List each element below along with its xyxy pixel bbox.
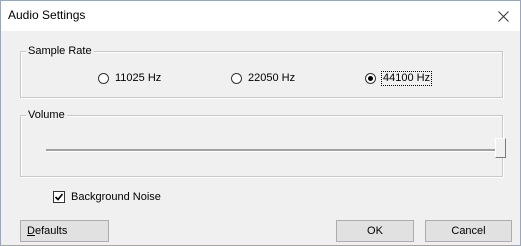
- close-icon: [497, 10, 509, 22]
- volume-slider-thumb[interactable]: [495, 138, 506, 158]
- ok-label: OK: [367, 225, 383, 237]
- volume-legend: Volume: [26, 109, 67, 122]
- radio-circle-44100: [365, 73, 376, 84]
- radio-label-22050: 22050 Hz: [248, 72, 296, 84]
- radio-label-44100: 44100 Hz: [380, 71, 433, 86]
- volume-slider-track[interactable]: [46, 149, 499, 152]
- checkmark-icon: [54, 193, 64, 201]
- audio-settings-dialog: Audio Settings Sample Rate 11025 Hz 2205…: [0, 0, 521, 246]
- radio-44100[interactable]: 44100 Hz: [365, 71, 433, 86]
- background-noise-label: Background Noise: [71, 191, 161, 203]
- radio-22050[interactable]: 22050 Hz: [231, 72, 295, 85]
- cancel-label: Cancel: [451, 225, 486, 237]
- volume-group: Volume: [20, 109, 506, 177]
- radio-circle-22050: [231, 73, 242, 84]
- title-bar: Audio Settings: [1, 1, 520, 31]
- defaults-label-rest: efaults: [34, 225, 68, 237]
- close-button[interactable]: [486, 1, 520, 31]
- sample-rate-legend: Sample Rate: [26, 45, 94, 58]
- radio-label-11025: 11025 Hz: [115, 72, 162, 84]
- ok-button[interactable]: OK: [336, 220, 414, 242]
- defaults-mnemonic: D: [27, 225, 35, 237]
- radio-circle-11025: [98, 73, 109, 84]
- background-noise-checkbox[interactable]: Background Noise: [53, 191, 161, 203]
- cancel-button[interactable]: Cancel: [425, 220, 512, 242]
- defaults-button[interactable]: Defaults: [20, 220, 109, 242]
- window-title: Audio Settings: [8, 8, 86, 22]
- sample-rate-group: Sample Rate 11025 Hz 22050 Hz 44100 Hz: [20, 45, 503, 98]
- radio-11025[interactable]: 11025 Hz: [98, 72, 161, 85]
- checkbox-box: [53, 191, 65, 203]
